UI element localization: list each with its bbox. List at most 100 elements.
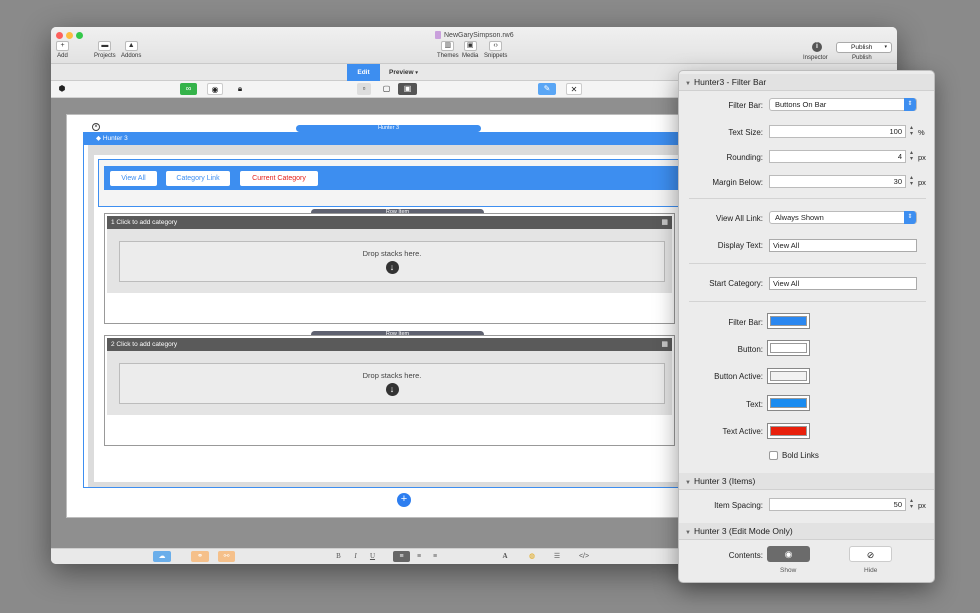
remove-stack-icon[interactable]: ×	[92, 123, 100, 131]
drop-zone[interactable]: Drop stacks here. ↓	[119, 363, 665, 404]
color-text-label: Text:	[746, 400, 763, 409]
margin-below-unit: px	[918, 178, 926, 187]
section-items-header[interactable]: ▼ Hunter 3 (Items)	[679, 473, 934, 490]
item-spacing-field[interactable]: 50	[769, 498, 906, 511]
filter-view-all-button[interactable]: View All	[110, 171, 157, 186]
cloud-icon[interactable]: ☁	[153, 551, 171, 562]
snippets-button[interactable]: ‹› Snippets	[484, 41, 507, 59]
filter-bar-mode-select[interactable]: Buttons On Bar ⇕	[769, 98, 917, 111]
grid-icon[interactable]: ▦	[661, 216, 668, 229]
minimize-window-button[interactable]	[66, 32, 73, 39]
align-right-icon[interactable]: ≡	[429, 551, 441, 562]
add-stack-button[interactable]: +	[397, 493, 411, 507]
cube-icon[interactable]: ⬢	[57, 83, 67, 95]
margin-below-stepper[interactable]: ▴ ▾	[908, 175, 915, 188]
media-button[interactable]: ▣ Media	[462, 41, 478, 59]
item-spacing-label: Item Spacing:	[714, 501, 763, 510]
show-contents-button[interactable]: ◉	[767, 546, 810, 562]
projects-button[interactable]: ▬ Projects	[94, 41, 116, 59]
section-filter-bar-header[interactable]: ▼ Hunter3 - Filter Bar	[679, 74, 934, 91]
grid-icon[interactable]: ▦	[661, 338, 668, 351]
item-spacing-unit: px	[918, 501, 926, 510]
list-icon[interactable]: ☰	[551, 551, 563, 562]
italic-button[interactable]: I	[350, 551, 361, 562]
themes-icon: ▥	[441, 41, 455, 51]
publish-label: Publish	[852, 55, 872, 61]
underline-button[interactable]: U	[367, 551, 378, 562]
align-left-icon[interactable]: ≡	[393, 551, 410, 562]
close-icon[interactable]: ✕	[566, 83, 582, 95]
hide-label: Hide	[864, 567, 878, 574]
text-size-unit: %	[918, 128, 925, 137]
color-text-active-swatch[interactable]	[767, 423, 810, 439]
unlink-icon[interactable]: ⚯	[218, 551, 235, 562]
row-header[interactable]: 2 Click to add category ▦	[107, 338, 672, 351]
info-icon[interactable]: i	[812, 42, 822, 52]
color-button-swatch[interactable]	[767, 340, 810, 356]
add-button[interactable]: + Add	[56, 41, 69, 59]
text-size-stepper[interactable]: ▴ ▾	[908, 125, 915, 138]
section-edit-mode-header[interactable]: ▼ Hunter 3 (Edit Mode Only)	[679, 523, 934, 540]
color-button-active-swatch[interactable]	[767, 368, 810, 384]
row-item[interactable]: 2 Click to add category ▦ Drop stacks he…	[104, 335, 675, 446]
disclosure-triangle-icon: ▼	[685, 530, 691, 536]
color-wheel-icon[interactable]: ◍	[526, 551, 538, 562]
link-icon[interactable]: ∞	[180, 83, 197, 95]
color-text-swatch[interactable]	[767, 395, 810, 411]
color-filter-bar-swatch[interactable]	[767, 313, 810, 329]
bold-links-checkbox[interactable]	[769, 451, 778, 460]
hide-contents-button[interactable]: ⊘	[849, 546, 892, 562]
hunter-stack-pill[interactable]: Hunter 3	[296, 125, 481, 132]
filter-current-category-button[interactable]: Current Category	[240, 171, 318, 186]
item-spacing-stepper[interactable]: ▴ ▾	[908, 498, 915, 511]
display-text-label: Display Text:	[717, 241, 763, 250]
color-button-label: Button:	[737, 345, 763, 354]
color-button-active-label: Button Active:	[714, 372, 763, 381]
display-text-field[interactable]: View All	[769, 239, 917, 252]
lock-icon[interactable]: 🔒︎	[233, 83, 247, 95]
divider	[689, 301, 926, 302]
eye-slash-icon: ⊘	[866, 550, 875, 560]
filter-bar-wrapper: View All Category Link Current Category	[98, 159, 688, 207]
margin-below-field[interactable]: 30	[769, 175, 906, 188]
disclosure-triangle-icon: ▼	[685, 81, 691, 87]
align-center-icon[interactable]: ≡	[413, 551, 425, 562]
document-title: NewGarySimpson.rw6	[435, 31, 514, 39]
view-all-link-select[interactable]: Always Shown ⇕	[769, 211, 917, 224]
filter-category-link-button[interactable]: Category Link	[166, 171, 230, 186]
zoom-window-button[interactable]	[76, 32, 83, 39]
select-arrows-icon: ⇕	[904, 211, 916, 224]
close-window-button[interactable]	[56, 32, 63, 39]
drop-zone[interactable]: Drop stacks here. ↓	[119, 241, 665, 282]
link-icon[interactable]: ⚭	[191, 551, 209, 562]
row-item[interactable]: 1 Click to add category ▦ Drop stacks he…	[104, 213, 675, 324]
rounding-field[interactable]: 4	[769, 150, 906, 163]
inspector-label: Inspector	[803, 55, 828, 61]
text-size-field[interactable]: 100	[769, 125, 906, 138]
arrow-down-icon: ↓	[385, 383, 399, 396]
show-label: Show	[780, 567, 797, 574]
divider	[689, 263, 926, 264]
tag-icon: ◆	[96, 135, 103, 142]
color-filter-bar-label: Filter Bar:	[728, 318, 763, 327]
font-button[interactable]: A	[499, 551, 511, 562]
filter-bar-mode-label: Filter Bar:	[728, 101, 763, 110]
tab-preview[interactable]: Preview ▾	[389, 64, 418, 81]
layout-large-icon[interactable]: ▣	[398, 83, 417, 95]
eye-icon[interactable]: ◉	[207, 83, 223, 95]
margin-below-label: Margin Below:	[712, 178, 763, 187]
rounding-label: Rounding:	[726, 153, 763, 162]
bold-button[interactable]: B	[333, 551, 344, 562]
select-arrows-icon: ⇕	[904, 98, 916, 111]
layout-medium-icon[interactable]: ▢	[380, 83, 393, 95]
row-header[interactable]: 1 Click to add category ▦	[107, 216, 672, 229]
themes-button[interactable]: ▥ Themes	[437, 41, 459, 59]
tab-edit[interactable]: Edit	[347, 64, 380, 81]
layout-small-icon[interactable]: ▫	[357, 83, 371, 95]
rounding-stepper[interactable]: ▴ ▾	[908, 150, 915, 163]
publish-button[interactable]: Publish ▾	[836, 42, 892, 53]
pencil-icon[interactable]: ✎	[538, 83, 556, 95]
code-button[interactable]: </>	[576, 551, 592, 562]
start-category-field[interactable]: View All	[769, 277, 917, 290]
addons-button[interactable]: ▲ Addons	[121, 41, 141, 59]
